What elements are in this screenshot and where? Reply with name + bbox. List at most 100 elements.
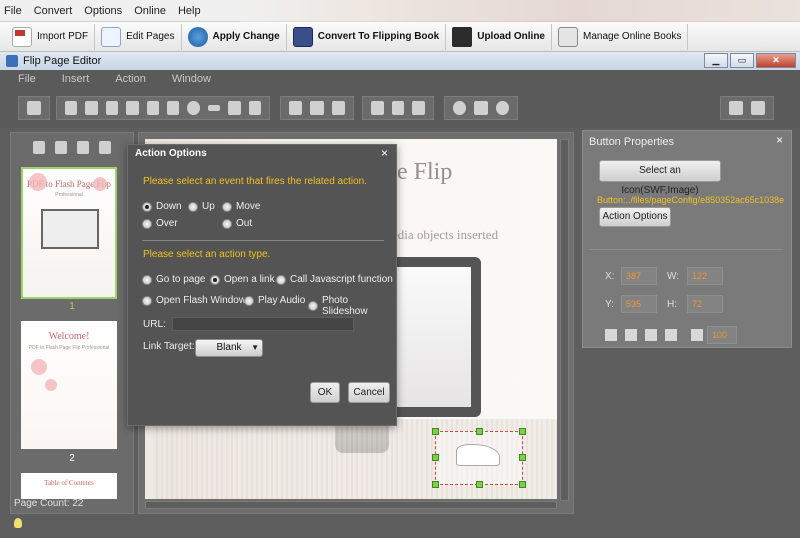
event-down-radio[interactable]: Down (142, 201, 182, 212)
resize-handle[interactable] (519, 428, 526, 435)
cursor-icon[interactable] (27, 101, 41, 115)
menu-options[interactable]: Options (84, 5, 122, 17)
select-icon-button[interactable]: Select an Icon(SWF,Image) (599, 160, 721, 196)
redo-icon[interactable] (412, 101, 426, 115)
event-up-label: Up (202, 201, 215, 212)
radio-icon (308, 301, 318, 311)
radio-selected-icon (210, 274, 220, 285)
page-thumbnail-2[interactable]: Welcome! PDF to Flash Page Flip Professi… (21, 321, 117, 449)
link-icon[interactable] (65, 101, 78, 115)
paste-icon[interactable] (310, 101, 324, 115)
copy-icon[interactable] (289, 101, 303, 115)
move-down-icon[interactable] (99, 140, 111, 154)
edit-pages-button[interactable]: Edit Pages (95, 23, 182, 50)
editor-menu-window[interactable]: Window (172, 73, 211, 85)
zoom-in-icon[interactable] (495, 101, 509, 115)
move-up-icon[interactable] (77, 140, 89, 154)
action-slideshow-radio[interactable]: Photo Slideshow (308, 295, 396, 317)
event-move-radio[interactable]: Move (222, 201, 260, 212)
zoom-out-icon[interactable] (453, 101, 467, 115)
bring-forward-icon[interactable] (645, 329, 657, 341)
comment-icon[interactable] (105, 101, 119, 115)
send-back-icon[interactable] (625, 329, 637, 341)
menu-online[interactable]: Online (134, 5, 166, 17)
editor-menu-action[interactable]: Action (115, 73, 146, 85)
ok-button[interactable]: OK (310, 382, 340, 403)
print-icon[interactable] (248, 101, 262, 115)
opacity-input[interactable]: 100 (707, 326, 737, 344)
video-icon[interactable] (126, 101, 139, 115)
page-thumbnail-3[interactable]: Table of Contents (21, 473, 117, 499)
music-icon[interactable] (167, 101, 180, 115)
flower-decoration (31, 359, 47, 375)
resize-handle[interactable] (432, 428, 439, 435)
flower-decoration (93, 177, 107, 191)
action-flash-window-radio[interactable]: Open Flash Window (142, 295, 246, 306)
width-input[interactable]: 122 (687, 267, 723, 285)
resize-handle[interactable] (519, 454, 526, 461)
selected-button-object[interactable] (432, 428, 526, 488)
menu-file[interactable]: File (4, 5, 22, 17)
event-over-label: Over (156, 218, 178, 229)
undo-icon[interactable] (391, 101, 405, 115)
event-out-radio[interactable]: Out (222, 218, 252, 229)
close-window-button[interactable]: ✕ (756, 53, 796, 68)
menu-help[interactable]: Help (178, 5, 201, 17)
close-icon[interactable]: × (776, 133, 783, 147)
x-input[interactable]: 387 (621, 267, 657, 285)
url-input[interactable] (172, 317, 354, 331)
cancel-button[interactable]: Cancel (348, 382, 390, 403)
page-thumbnail-1[interactable]: PDF to Flash Page Flip Professional (21, 167, 117, 299)
image-icon[interactable] (146, 101, 160, 115)
save-as-icon[interactable] (751, 101, 765, 115)
delete-icon[interactable] (371, 101, 384, 115)
y-input[interactable]: 535 (621, 295, 657, 313)
link-target-select[interactable]: Blank ▼ (195, 339, 263, 357)
h-label: H: (667, 299, 677, 310)
resize-handle[interactable] (476, 428, 483, 435)
align-icon[interactable] (331, 101, 345, 115)
youtube-icon[interactable] (228, 101, 241, 115)
resize-handle[interactable] (476, 481, 483, 488)
menu-convert[interactable]: Convert (34, 5, 73, 17)
editor-menu-insert[interactable]: Insert (62, 73, 90, 85)
resize-handle[interactable] (432, 454, 439, 461)
flash-icon[interactable] (187, 101, 200, 115)
w-label: W: (667, 271, 680, 282)
event-up-radio[interactable]: Up (188, 201, 215, 212)
vertical-scrollbar[interactable] (560, 139, 569, 501)
button-path: Button:../files/pageConfig/e850352ac65c1… (597, 195, 785, 205)
height-input[interactable]: 72 (687, 295, 723, 313)
action-options-button[interactable]: Action Options (599, 207, 671, 227)
resize-handle[interactable] (519, 481, 526, 488)
dialog-close-icon[interactable]: × (381, 146, 388, 160)
minimize-button[interactable]: ▁ (704, 53, 728, 68)
manage-books-button[interactable]: Manage Online Books (552, 23, 689, 50)
action-play-audio-radio[interactable]: Play Audio (244, 295, 305, 306)
apply-change-button[interactable]: Apply Change (182, 23, 287, 50)
import-pdf-button[interactable]: Import PDF (6, 23, 96, 50)
send-backward-icon[interactable] (665, 329, 677, 341)
upload-button[interactable]: Upload Online (446, 23, 552, 50)
thumbnail-panel: PDF to Flash Page Flip Professional 1 We… (10, 132, 134, 514)
action-javascript-label: Call Javascript function (290, 274, 393, 285)
editor-menu-file[interactable]: File (18, 73, 36, 85)
action-open-link-radio[interactable]: Open a link (210, 274, 275, 285)
app-toolbar: Import PDF Edit Pages Apply Change Conve… (0, 22, 800, 52)
button-icon[interactable] (207, 105, 221, 111)
resize-handle[interactable] (432, 481, 439, 488)
action-go-to-page-radio[interactable]: Go to page (142, 274, 205, 285)
event-over-radio[interactable]: Over (142, 218, 178, 229)
shape-icon[interactable] (85, 101, 98, 115)
add-page-icon[interactable] (33, 140, 45, 154)
maximize-button[interactable]: ▭ (730, 53, 754, 68)
convert-button[interactable]: Convert To Flipping Book (287, 23, 447, 50)
bring-front-icon[interactable] (605, 329, 617, 341)
convert-label: Convert To Flipping Book (317, 31, 440, 42)
fit-icon[interactable] (474, 101, 488, 115)
action-javascript-radio[interactable]: Call Javascript function (276, 274, 393, 285)
save-icon[interactable] (729, 101, 743, 115)
edit-pages-label: Edit Pages (126, 31, 175, 42)
page-icon[interactable] (55, 140, 67, 154)
horizontal-scrollbar[interactable] (145, 501, 557, 509)
